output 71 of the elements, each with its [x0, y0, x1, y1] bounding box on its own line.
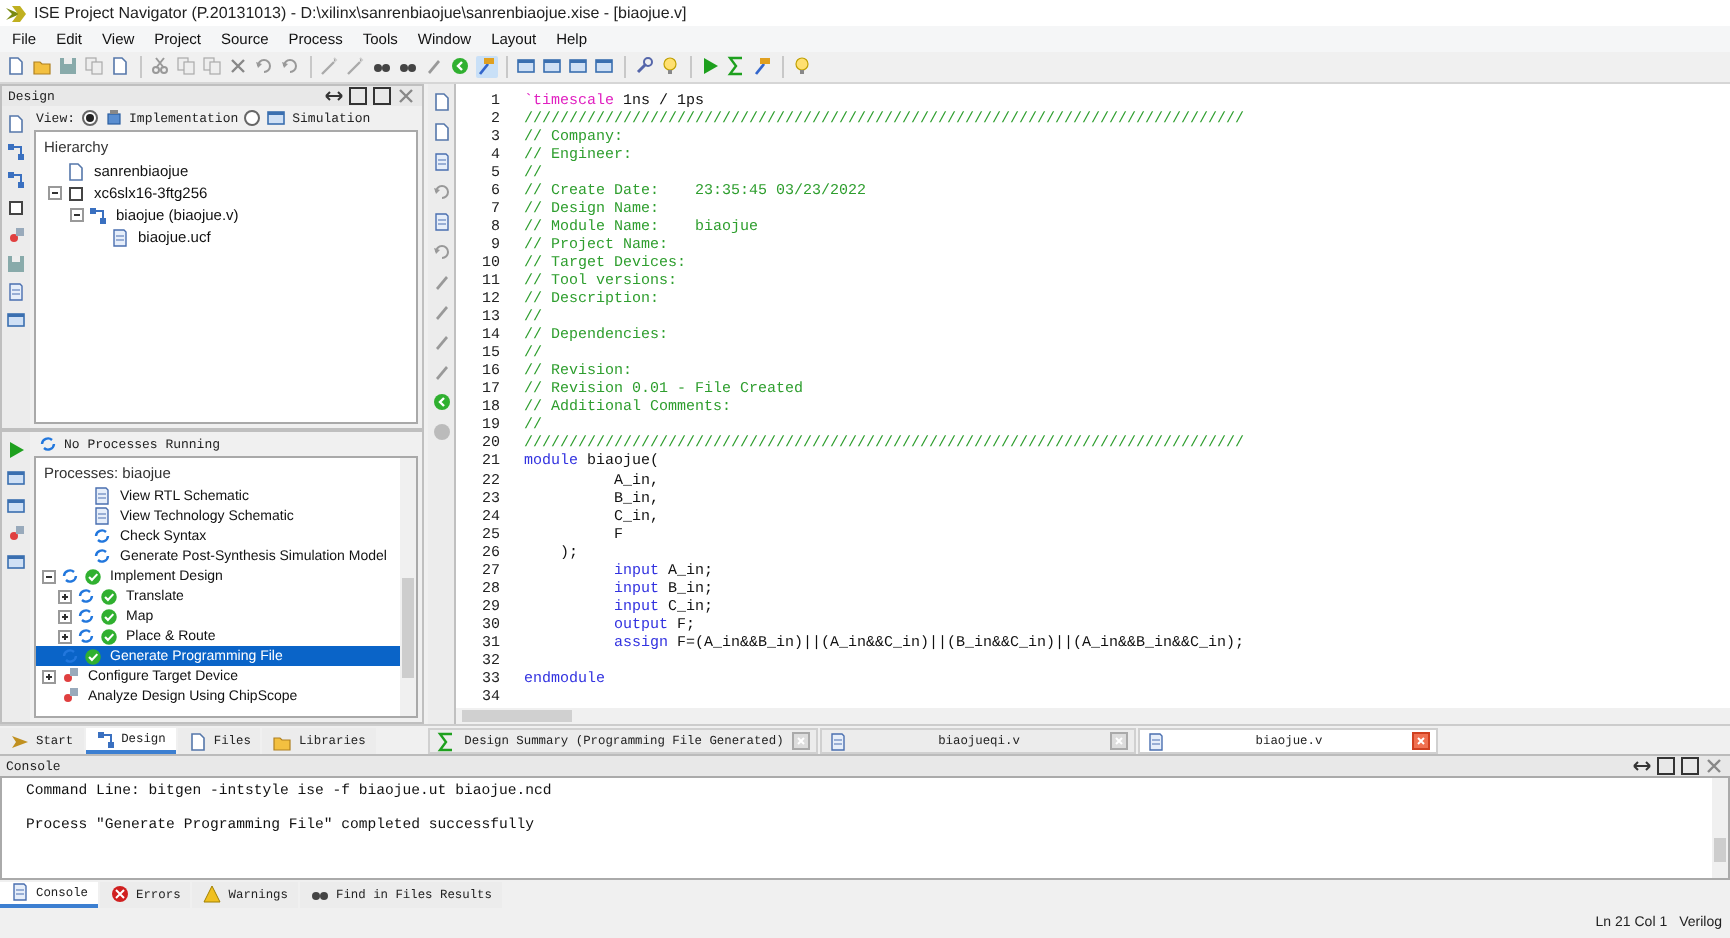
undo-icon[interactable]	[254, 56, 274, 76]
save-icon[interactable]	[58, 56, 78, 76]
close-button[interactable]	[1109, 732, 1128, 750]
float-icon[interactable]	[1680, 756, 1700, 776]
window-icon[interactable]	[594, 56, 614, 76]
close-button[interactable]	[791, 732, 810, 750]
close-icon	[1113, 736, 1124, 746]
radio-button[interactable]	[244, 110, 261, 126]
save-all-icon[interactable]	[84, 56, 104, 76]
expand-icon[interactable]	[58, 629, 72, 643]
copy-icon[interactable]	[176, 56, 196, 76]
close-icon	[795, 736, 806, 746]
document-icon	[828, 731, 848, 751]
project-icon	[66, 161, 86, 181]
document-icon	[92, 486, 112, 506]
chip-icon	[103, 108, 124, 128]
sigma-icon[interactable]	[726, 56, 746, 76]
bulb-icon[interactable]	[792, 56, 812, 76]
warning-icon	[202, 884, 223, 904]
document-icon	[92, 506, 112, 526]
document-icon	[1146, 731, 1166, 751]
maximize-icon[interactable]	[348, 86, 368, 106]
new-file-icon[interactable]	[6, 56, 26, 76]
document-icon	[110, 227, 130, 247]
arrow-icon	[10, 731, 30, 751]
error-icon	[110, 884, 130, 904]
collapse-icon[interactable]	[70, 208, 84, 222]
window-icon[interactable]	[568, 56, 588, 76]
scrollbar[interactable]	[400, 458, 416, 716]
sigma-icon	[436, 731, 456, 751]
close-button[interactable]	[1411, 732, 1430, 750]
open-folder-icon[interactable]	[32, 56, 52, 76]
hammer-icon[interactable]	[476, 56, 496, 76]
expand-icon[interactable]	[58, 609, 72, 623]
module-icon	[88, 205, 108, 225]
window-icon[interactable]	[6, 552, 26, 572]
window-icon[interactable]	[516, 56, 536, 76]
tool-icon[interactable]	[6, 142, 26, 162]
radio-button[interactable]	[81, 110, 98, 126]
undo-icon[interactable]	[431, 242, 451, 262]
window-icon[interactable]	[542, 56, 562, 76]
tool-icon[interactable]	[6, 468, 26, 488]
tool-icon[interactable]	[6, 170, 26, 190]
move-icon[interactable]	[1632, 756, 1652, 776]
move-icon[interactable]	[324, 86, 344, 106]
cut-icon[interactable]	[150, 56, 170, 76]
collapse-icon[interactable]	[42, 569, 56, 583]
run-icon[interactable]	[6, 440, 26, 460]
delete-icon[interactable]	[228, 56, 248, 76]
collapse-icon[interactable]	[48, 186, 62, 200]
chip-icon	[66, 183, 86, 203]
tool-icon[interactable]	[6, 198, 26, 218]
run-icon[interactable]	[700, 56, 720, 76]
expand-icon[interactable]	[58, 589, 72, 603]
expand-icon[interactable]	[42, 669, 56, 683]
scrollbar[interactable]	[456, 708, 1730, 724]
tool-icon[interactable]	[6, 496, 26, 516]
comment-icon[interactable]	[431, 152, 451, 172]
float-icon[interactable]	[372, 86, 392, 106]
hammer-icon[interactable]	[752, 56, 772, 76]
document-icon	[10, 882, 30, 902]
maximize-icon[interactable]	[1656, 756, 1676, 776]
undo-icon[interactable]	[431, 182, 451, 202]
tool-icon[interactable]	[6, 310, 26, 330]
logo-icon	[6, 3, 26, 23]
device-icon	[60, 666, 80, 686]
hierarchy-icon	[95, 729, 116, 749]
window-title: ISE Project Navigator (P.20131013) - D:\xilinx\sanrenbiaojue\sanrenbiaojue.xise - [biaojue.v]	[34, 4, 687, 22]
close-icon	[1415, 736, 1426, 746]
scrollbar[interactable]	[1712, 778, 1728, 878]
comment-icon[interactable]	[431, 212, 451, 232]
